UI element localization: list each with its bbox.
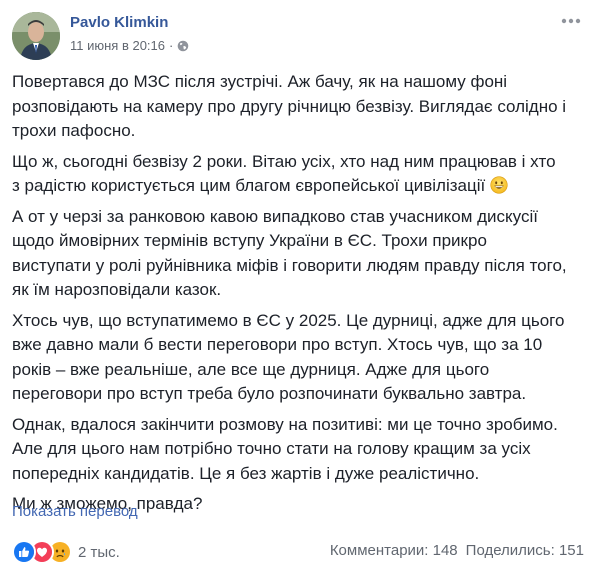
post-paragraph-2: Що ж, сьогодні безвізу 2 роки. Вітаю усі… (12, 150, 584, 199)
post-paragraph-2-text: Що ж, сьогодні безвізу 2 роки. Вітаю усі… (12, 151, 556, 196)
post-body: Повертався до МЗС після зустрічі. Аж бач… (12, 70, 584, 523)
meta-separator: · (169, 38, 174, 53)
more-options-icon[interactable] (560, 14, 582, 28)
post-paragraph-4: Хтось чув, що вступатимемо в ЄС у 2025. … (12, 310, 565, 404)
post-timestamp[interactable]: 11 июня в 20:16 (70, 38, 165, 53)
reaction-count[interactable]: 2 тыс. (78, 544, 120, 561)
post-footer: 2 тыс. Комментарии: 148 Поделились: 151 (12, 538, 584, 564)
see-translation-link[interactable]: Показать перевод (12, 503, 138, 520)
post-paragraph-5: Однак, вдалося закінчити розмову на пози… (12, 414, 558, 483)
post-meta: 11 июня в 20:16 · (70, 38, 189, 53)
like-icon (12, 540, 36, 564)
comments-count[interactable]: Комментарии: 148 (330, 542, 458, 559)
globe-icon[interactable] (177, 40, 189, 52)
post-header: Pavlo Klimkin 11 июня в 20:16 · (12, 12, 584, 60)
author-name[interactable]: Pavlo Klimkin (70, 14, 168, 31)
author-avatar[interactable] (12, 12, 60, 60)
grinning-face-icon (490, 176, 508, 194)
reactions-summary[interactable]: 2 тыс. (12, 540, 120, 564)
shares-count[interactable]: Поделились: 151 (466, 542, 584, 559)
facebook-post: Pavlo Klimkin 11 июня в 20:16 · Повертав… (0, 0, 596, 570)
post-paragraph-1: Повертався до МЗС після зустрічі. Аж бач… (12, 72, 567, 140)
post-paragraph-3: А от у черзі за ранковою кавою випадково… (12, 206, 567, 300)
post-stats: Комментарии: 148 Поделились: 151 (330, 542, 584, 559)
